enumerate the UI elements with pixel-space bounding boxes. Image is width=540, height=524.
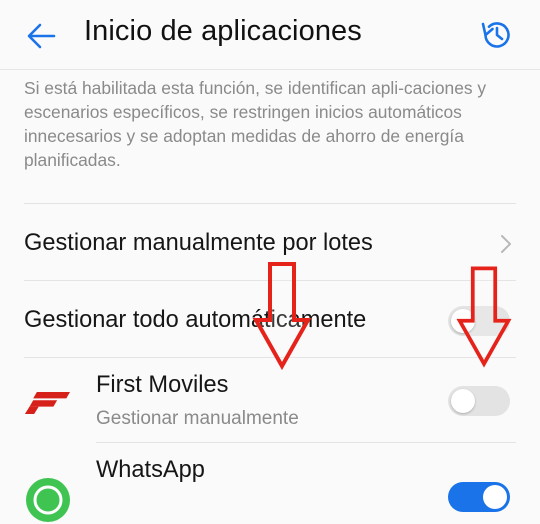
auto-all-label: Gestionar todo automáticamente xyxy=(24,307,367,333)
first-moviles-logo xyxy=(24,391,70,415)
manual-batch-row[interactable]: Gestionar manualmente por lotes xyxy=(0,204,540,280)
toggle-knob xyxy=(451,309,475,333)
app-name: First Moviles xyxy=(96,372,229,398)
toggle-knob xyxy=(483,485,507,509)
header-divider xyxy=(0,69,540,70)
history-icon[interactable] xyxy=(478,16,516,54)
back-arrow-icon[interactable] xyxy=(22,16,62,56)
app-subtitle: Gestionar manualmente xyxy=(96,408,299,429)
divider xyxy=(24,280,516,281)
page-title: Inicio de aplicaciones xyxy=(84,15,362,47)
whatsapp-toggle[interactable] xyxy=(448,482,510,512)
manual-batch-label: Gestionar manualmente por lotes xyxy=(24,230,373,256)
app-name: WhatsApp xyxy=(96,457,205,483)
whatsapp-icon xyxy=(26,478,70,522)
toggle-knob xyxy=(451,389,475,413)
feature-description: Si está habilitada esta función, se iden… xyxy=(24,78,487,170)
chevron-right-icon[interactable] xyxy=(499,234,513,254)
first-moviles-toggle[interactable] xyxy=(448,386,510,416)
auto-all-toggle[interactable] xyxy=(448,306,510,336)
app-bar: Inicio de aplicaciones xyxy=(0,0,540,70)
